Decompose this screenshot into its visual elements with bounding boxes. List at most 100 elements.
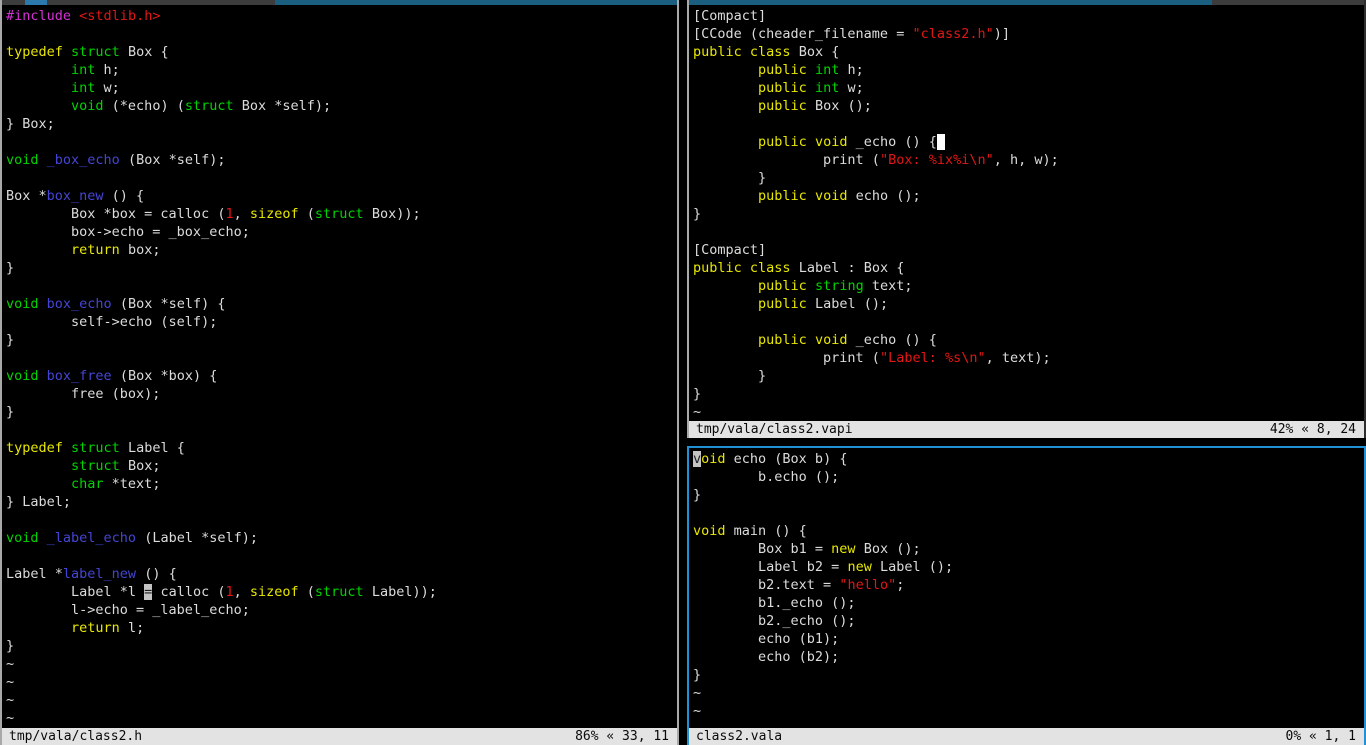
code-area-class2-vala[interactable]: void echo (Box b) { b.echo ();} void main… — [689, 448, 1364, 728]
code-token: Box (); — [806, 98, 872, 114]
code-token: void — [71, 98, 104, 114]
code-line: void echo (Box b) { — [693, 450, 1364, 468]
code-line: Box b1 = new Box (); — [693, 540, 1364, 558]
code-line: b1._echo (); — [693, 594, 1364, 612]
code-token: , h, w); — [993, 152, 1059, 168]
code-token: void — [6, 296, 39, 312]
code-token: , — [233, 584, 250, 600]
code-line: [Compact] — [693, 7, 1364, 25]
code-token: label_new — [62, 566, 137, 582]
code-token: box; — [119, 242, 161, 258]
editor-pane-class2-vapi[interactable]: [Compact] [CCode (cheader_filename = "cla… — [687, 0, 1366, 438]
code-line: } — [693, 385, 1364, 403]
code-line: ~ — [693, 702, 1364, 720]
code-line: public void _echo () { — [693, 133, 1364, 151]
code-token: ~ — [6, 692, 15, 708]
code-line: echo (b1); — [693, 630, 1364, 648]
code-line: } — [6, 637, 677, 655]
code-token: l; — [119, 620, 145, 636]
code-line: void _box_echo (Box *self); — [6, 151, 677, 169]
code-line: free (box); — [6, 385, 677, 403]
code-token: self->echo (self); — [6, 314, 218, 330]
code-token: Box * — [6, 188, 47, 204]
code-token: void — [693, 523, 726, 539]
code-token: public — [758, 98, 807, 114]
code-area-class2-h[interactable]: #include <stdlib.h> typedef struct Box { … — [2, 5, 677, 728]
code-line: void box_echo (Box *self) { — [6, 295, 677, 313]
code-line: public void _echo () { — [693, 331, 1364, 349]
code-token: char — [71, 476, 104, 492]
code-token: (Label *self); — [136, 530, 258, 546]
code-line: echo (b2); — [693, 648, 1364, 666]
code-token: Box b1 = — [693, 541, 832, 557]
code-token: return — [71, 620, 120, 636]
right-column: [Compact] [CCode (cheader_filename = "cla… — [687, 0, 1366, 745]
pane-divider-vertical[interactable] — [679, 0, 687, 745]
code-line: self->echo (self); — [6, 313, 677, 331]
code-line: } — [6, 403, 677, 421]
code-token: ~ — [6, 656, 15, 672]
code-line: typedef struct Label { — [6, 439, 677, 457]
code-area-class2-vapi[interactable]: [Compact] [CCode (cheader_filename = "cla… — [689, 5, 1364, 421]
code-token: int — [814, 80, 840, 96]
code-token: _label_echo — [46, 530, 137, 546]
code-token: Label b2 = — [693, 559, 848, 575]
code-line: Label *label_new () { — [6, 565, 677, 583]
code-token: "Box: %ix%i\n" — [879, 152, 994, 168]
code-line: void _label_echo (Label *self); — [6, 529, 677, 547]
code-line: } — [6, 259, 677, 277]
code-token: ~ — [693, 685, 702, 701]
code-token: h; — [95, 62, 120, 78]
editor-pane-class2-h[interactable]: #include <stdlib.h> typedef struct Box { … — [0, 0, 679, 745]
code-token: Label *l — [6, 584, 145, 600]
code-line: } — [693, 486, 1364, 504]
code-token: typedef — [6, 44, 63, 60]
code-line: box->echo = _box_echo; — [6, 223, 677, 241]
code-token: ~ — [693, 703, 702, 719]
editor-pane-class2-vala-active[interactable]: void echo (Box b) { b.echo ();} void main… — [687, 446, 1366, 745]
code-line: } — [693, 169, 1364, 187]
code-token: echo (); — [847, 188, 921, 204]
code-token: } — [6, 332, 15, 348]
code-line: } Box; — [6, 115, 677, 133]
code-line: struct Box; — [6, 457, 677, 475]
code-line: [Compact] — [693, 241, 1364, 259]
code-token: public — [758, 278, 807, 294]
pane-top-border-segment — [689, 0, 1212, 5]
code-token: h; — [839, 62, 864, 78]
editor-workspace: #include <stdlib.h> typedef struct Box { … — [0, 0, 1366, 745]
code-token: void — [814, 134, 848, 150]
statusbar-class2-vapi: tmp/vala/class2.vapi 42% « 8, 24 — [689, 421, 1364, 438]
code-line: public Box (); — [693, 97, 1364, 115]
code-token: calloc ( — [152, 584, 226, 600]
code-token: } — [693, 667, 702, 683]
code-token: l->echo = _label_echo; — [6, 602, 250, 618]
code-token: public — [758, 134, 807, 150]
pane-divider-horizontal[interactable] — [687, 438, 1366, 446]
code-line: Label b2 = new Label (); — [693, 558, 1364, 576]
code-token: new — [831, 541, 856, 557]
code-token: print ( — [693, 152, 880, 168]
code-token: Label (); — [871, 559, 954, 575]
code-line: ~ — [6, 691, 677, 709]
code-token: print ( — [693, 350, 880, 366]
code-token: void — [814, 332, 848, 348]
code-token: void — [6, 152, 39, 168]
